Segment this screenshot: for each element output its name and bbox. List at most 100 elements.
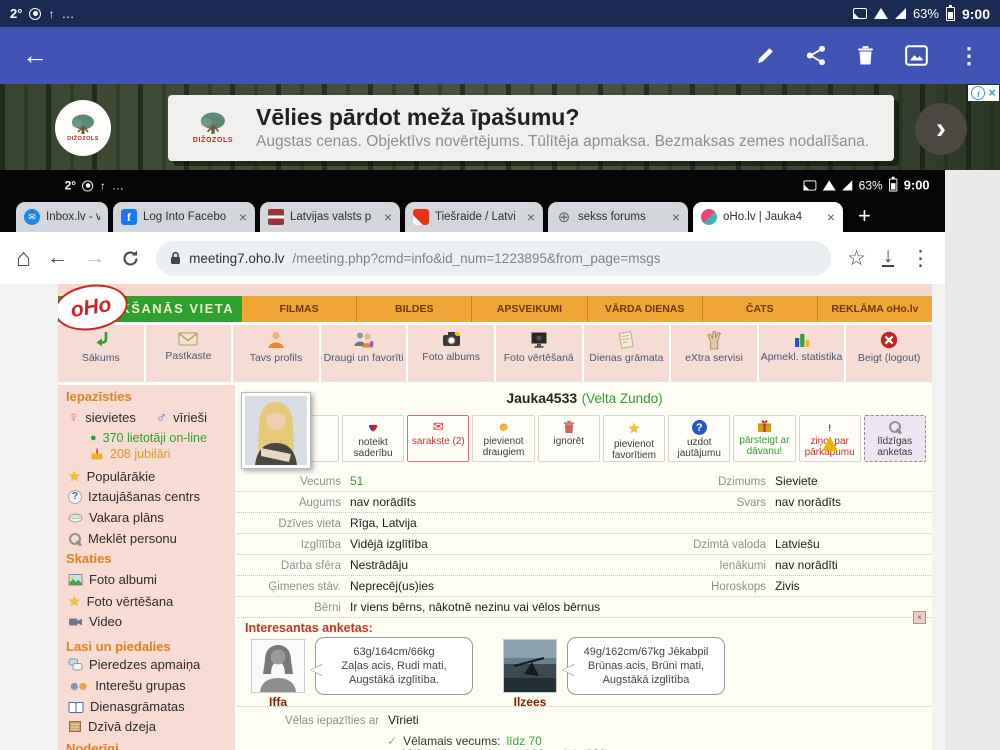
sidebar-item-meklet-personu[interactable]: Meklēt personu [88, 531, 177, 546]
sidebar-item-popularakie[interactable]: Populārākie [87, 469, 156, 484]
close-tab-icon[interactable]: × [827, 209, 835, 225]
tab-sekss-forums[interactable]: ⊕ sekss forums × [548, 202, 688, 232]
sidebar-item-iztaujasanas-centrs[interactable]: Iztaujāšanas centrs [88, 489, 200, 504]
button-ignoret[interactable]: ignorēt [538, 415, 600, 462]
tab-inbox[interactable]: ✉ Inbox.lv - vi [16, 202, 108, 232]
forward-icon[interactable]: → [84, 246, 105, 270]
toolbar-extra-servisi[interactable]: eXtra servisi [671, 325, 757, 382]
button-noteikt-saderibu[interactable]: ♥♥ noteikt saderību [342, 415, 404, 462]
detail-row: Dzīves vietaRīga, Latvija [237, 513, 932, 534]
profile-icon [266, 330, 286, 350]
nav-bildes[interactable]: BILDES [356, 296, 471, 322]
sidebar-item-foto-vertesana[interactable]: Foto vērtēšana [87, 594, 174, 609]
ad-banner[interactable]: DIŽOZOLS DIŽOZOLS Vēlies pārdot meža īpa… [0, 84, 1000, 170]
detail-row: Vecums51 DzimumsSieviete [237, 471, 932, 492]
url-domain: meeting7.oho.lv [189, 251, 284, 266]
sidebar-item-sievietes[interactable]: sievietes [85, 410, 136, 425]
wants-label: Vēlas iepazīties ar [237, 715, 379, 727]
button-pievienot-draugiem[interactable]: ☻ pievienot draugiem [472, 415, 534, 462]
close-tab-icon[interactable]: × [239, 209, 247, 225]
button-sarakste[interactable]: ✉ sarakste (2) [407, 415, 469, 462]
toolbar-statistika[interactable]: Apmekl. statistika [759, 325, 845, 382]
inbox-favicon: ✉ [24, 209, 40, 225]
toolbar-beigt-logout[interactable]: Beigt (logout) [846, 325, 932, 382]
close-tab-icon[interactable]: × [672, 209, 680, 225]
sidebar-item-viriesi[interactable]: vīrieši [173, 410, 207, 425]
cake-icon [90, 448, 104, 460]
advertiser-badge: DIŽOZOLS [55, 100, 111, 156]
sidebar-item-dienasgramatas[interactable]: Dienasgrāmatas [90, 699, 185, 714]
reload-icon[interactable] [121, 249, 140, 268]
url-bar[interactable]: meeting7.oho.lv/meeting.php?cmd=info&id_… [156, 241, 831, 276]
button-zinot-par-parkapumu[interactable]: ! ziņot par pārkāpumu [799, 415, 861, 462]
ad-card[interactable]: DIŽOZOLS Vēlies pārdot meža īpašumu? Aug… [168, 95, 894, 161]
wants-row: Vēlas iepazīties ar Vīrieti [237, 713, 419, 727]
toolbar-foto-albums[interactable]: Foto albums [408, 325, 494, 382]
toolbar-dienas-gramata[interactable]: Dienas grāmata [584, 325, 670, 382]
male-icon: ♂ [156, 409, 167, 426]
download-icon[interactable]: ↓ [882, 249, 894, 267]
tab-oho-active[interactable]: oHo.lv | Jauka4 × [693, 202, 843, 232]
profile-thumb-iffa[interactable] [251, 639, 305, 693]
shutter-icon [29, 8, 41, 20]
nav-reklama[interactable]: REKLĀMA oHo.lv [817, 296, 932, 322]
sidebar-item-vakara-plans[interactable]: Vakara plāns [89, 510, 164, 525]
sidebar-item-pieredzes-apmaina[interactable]: Pieredzes apmaiņa [89, 657, 200, 672]
signal-icon [895, 8, 906, 19]
interesting-header: Interesantas anketas: [245, 621, 373, 635]
nav-varda-dienas[interactable]: VĀRDA DIENAS [587, 296, 702, 322]
back-icon[interactable]: ← [47, 246, 68, 270]
toolbar-sakums[interactable]: Sākums [58, 325, 144, 382]
profile-realname: (Velta Zundo) [582, 391, 663, 406]
close-tab-icon[interactable]: × [384, 209, 392, 225]
button-parsteigt-ar-davanu[interactable]: pārsteigt ar dāvanu! [733, 415, 795, 462]
button-lidzigas-anketas[interactable]: līdzīgas anketas [864, 415, 926, 462]
toolbar-tavs-profils[interactable]: Tavs profils [233, 325, 319, 382]
camera-icon [441, 330, 462, 349]
detail-row: Ģimenes stāv.Neprecēj(us)ies HoroskopsZi… [237, 576, 932, 597]
bookmark-star-icon[interactable]: ☆ [847, 246, 866, 271]
wanted-age-row: ✓ Vēlamais vecums: līdz 70 [387, 734, 542, 748]
sidebar-item-foto-albumi[interactable]: Foto albumi [89, 572, 157, 587]
ad-arrow-button[interactable]: › [915, 103, 967, 155]
ad-close-icon[interactable]: × [988, 86, 996, 100]
close-tab-icon[interactable]: × [527, 209, 535, 225]
edit-icon[interactable] [755, 45, 776, 66]
hand-icon [705, 330, 723, 350]
share-icon[interactable] [806, 45, 826, 66]
tab-latvijas-valsts[interactable]: Latvijas valsts p × [260, 202, 400, 232]
inner-screenshot-top: 2° ↑ … 63% 9:00 ✉ Inbox.lv - vi f Log I [0, 170, 945, 232]
delete-icon[interactable] [856, 45, 875, 66]
tab-tiesraide[interactable]: Tiešraide / Latvi × [405, 202, 543, 232]
button-uzdot-jautajumu[interactable]: ? uzdot jautājumu [668, 415, 730, 462]
clock: 9:00 [904, 178, 930, 193]
toolbar-draugi[interactable]: Draugi un favorīti [321, 325, 407, 382]
nav-filmas[interactable]: FILMAS [242, 296, 356, 322]
sidebar-item-interesu-grupas[interactable]: Interešu grupas [95, 678, 185, 693]
diary-icon [616, 330, 636, 350]
profile-thumb-ilzees[interactable] [503, 639, 557, 693]
sidebar-item-dziva-dzeja[interactable]: Dzīvā dzeja [88, 719, 156, 734]
toolbar-foto-vertesana[interactable]: Foto vērtēšanā [496, 325, 582, 382]
nav-cats[interactable]: ČATS [702, 296, 817, 322]
back-arrow-icon[interactable]: ← [22, 40, 48, 71]
sidebar-item-video[interactable]: Video [89, 614, 122, 629]
tab-facebook[interactable]: f Log Into Facebo × [113, 202, 255, 232]
profile-photo[interactable] [241, 392, 311, 469]
home-icon[interactable]: ⌂ [16, 244, 31, 273]
browser-menu-icon[interactable]: ⋮ [910, 246, 931, 271]
wallpaper-icon[interactable] [905, 45, 928, 66]
nav-apsveikumi[interactable]: APSVEIKUMI [471, 296, 586, 322]
sidebar: Iepazīsties ♀ sievietes ♂ vīrieši ● 370 … [58, 385, 235, 750]
adchoices-info-icon[interactable]: i [971, 86, 985, 100]
female-icon: ♀ [68, 409, 79, 426]
users-online-count[interactable]: 370 lietotāji on-line [103, 431, 207, 445]
overflow-menu-icon[interactable]: ⋮ [958, 43, 980, 69]
new-tab-icon[interactable]: + [858, 203, 871, 229]
battery-icon [946, 7, 955, 21]
jubilee-count[interactable]: 208 jubilāri [110, 447, 170, 461]
profile-bubble-ilzees: 49g/162cm/67kg Jēkabpil Brūnas acis, Brū… [567, 637, 725, 695]
toolbar-pastkaste[interactable]: Pastkaste [146, 325, 232, 382]
button-pievienot-favoritiem[interactable]: ★ pievienot favorītiem [603, 415, 665, 462]
site-nav: FILMAS BILDES APSVEIKUMI VĀRDA DIENAS ČA… [242, 296, 932, 322]
